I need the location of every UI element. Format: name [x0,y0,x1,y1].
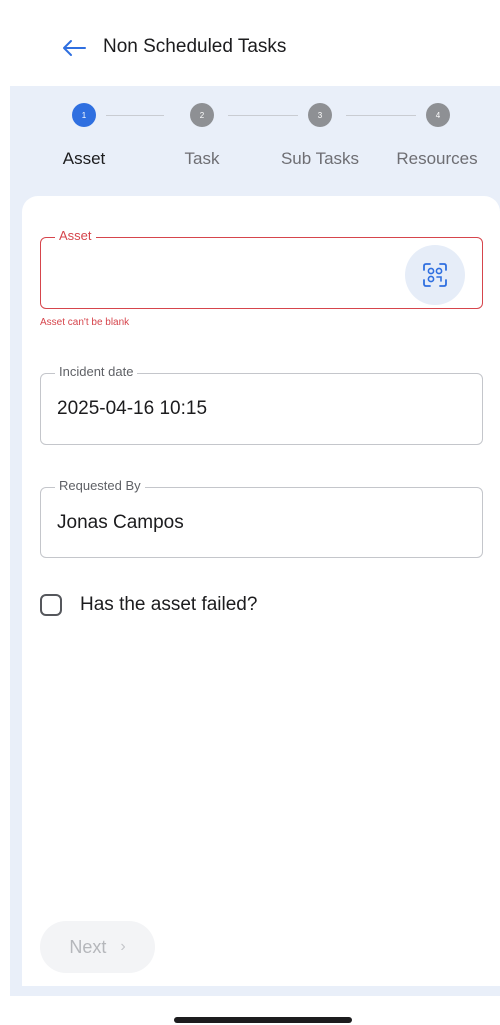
step-2-indicator[interactable]: 2 [190,103,214,127]
requested-by-field[interactable]: Requested By Jonas Campos [40,478,483,558]
app-header: Non Scheduled Tasks [0,0,500,86]
asset-failed-checkbox[interactable] [40,594,62,616]
home-indicator [174,1017,352,1023]
asset-error-message: Asset can't be blank [40,317,130,328]
step-label-resources[interactable]: Resources [382,149,492,169]
step-1-indicator[interactable]: 1 [72,103,96,127]
step-label-task[interactable]: Task [147,149,257,169]
scan-qr-icon [423,263,447,287]
asset-select[interactable]: Asset [40,228,483,309]
incident-date-label: Incident date [55,364,138,379]
scan-asset-button[interactable] [405,245,465,305]
asset-failed-label: Has the asset failed? [80,594,258,615]
step-connector [228,115,298,116]
incident-date-value: 2025-04-16 10:15 [57,398,208,419]
step-connector [346,115,416,116]
step-connector [106,115,164,116]
chevron-right-icon: › [120,938,126,955]
requested-by-label: Requested By [55,478,145,493]
page-title: Non Scheduled Tasks [103,36,287,57]
next-button-label: Next [69,936,107,957]
asset-label: Asset [55,228,96,243]
arrow-left-icon [63,40,86,56]
back-button[interactable] [58,32,90,64]
asset-failed-row[interactable]: Has the asset failed? [40,591,257,619]
incident-date-field[interactable]: Incident date 2025-04-16 10:15 [40,364,483,445]
requested-by-value: Jonas Campos [57,512,184,533]
next-button[interactable]: Next › [40,921,155,973]
step-label-asset[interactable]: Asset [29,149,139,169]
step-3-indicator[interactable]: 3 [308,103,332,127]
step-4-indicator[interactable]: 4 [426,103,450,127]
step-label-sub-tasks[interactable]: Sub Tasks [265,149,375,169]
